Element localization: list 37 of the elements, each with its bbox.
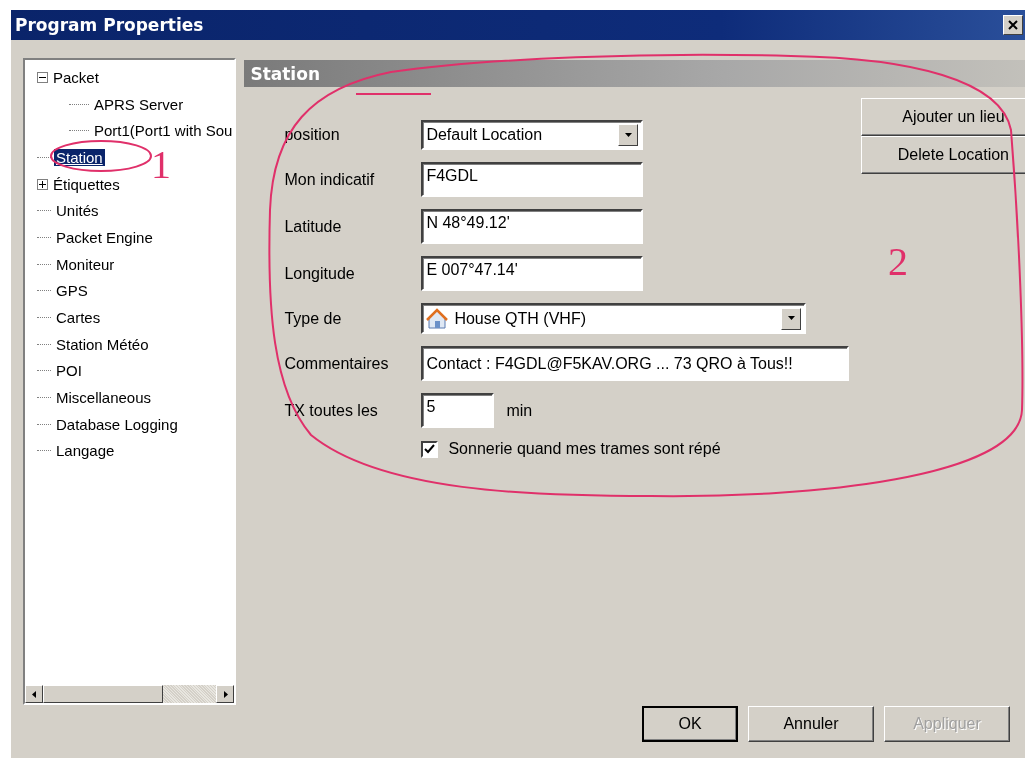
unit-label: min: [506, 401, 533, 420]
location-button[interactable]: Delete Location: [861, 136, 1025, 174]
section-header: Station: [244, 60, 1025, 87]
tree-item[interactable]: Unités: [54, 202, 101, 220]
window-title: Program Properties: [15, 15, 204, 35]
annotation-number: 1: [151, 145, 171, 185]
tree-item[interactable]: Miscellaneous: [54, 389, 154, 407]
text-field[interactable]: F4GDL: [421, 162, 644, 197]
comment-field[interactable]: Contact : F4GDL@F5KAV.ORG ... 73 QRO à Tous!!: [421, 346, 850, 381]
field-label: Longitude: [284, 264, 356, 283]
tree-item[interactable]: Station Météo: [54, 335, 151, 353]
field-label: Type de: [284, 309, 343, 328]
text-field[interactable]: N 48°49.12': [421, 209, 644, 244]
tree-item[interactable]: Moniteur: [54, 255, 117, 273]
field-label: Mon indicatif: [284, 170, 376, 189]
tree-item[interactable]: Port1(Port1 with Sou: [92, 122, 235, 140]
tree-item[interactable]: APRS Server: [92, 95, 186, 113]
interval-field[interactable]: 5: [421, 393, 495, 428]
tree-item[interactable]: Station: [54, 148, 105, 166]
tree-item[interactable]: POI: [54, 362, 84, 380]
checkbox-label: Sonnerie quand mes trames sont répé: [448, 440, 721, 458]
tree-item[interactable]: Cartes: [54, 309, 103, 327]
type-dropdown[interactable]: House QTH (VHF): [421, 303, 807, 334]
tree-item[interactable]: Étiquettes: [51, 175, 122, 193]
tree-item[interactable]: Packet: [51, 68, 101, 86]
location-button[interactable]: Ajouter un lieu: [861, 98, 1025, 136]
tree-item[interactable]: Packet Engine: [54, 228, 155, 246]
tree-item[interactable]: Langage: [54, 442, 117, 460]
field-label: Latitude: [284, 217, 343, 236]
text-field[interactable]: E 007°47.14': [421, 256, 644, 291]
dialog-button[interactable]: Annuler: [748, 706, 874, 742]
dialog-button[interactable]: OK: [642, 706, 738, 742]
tree-item[interactable]: GPS: [54, 282, 90, 300]
position-dropdown[interactable]: Default Location: [421, 120, 644, 150]
annotation-number: 2: [888, 242, 908, 282]
field-label: Commentaires: [284, 354, 390, 373]
tree-item[interactable]: Database Logging: [54, 415, 180, 433]
